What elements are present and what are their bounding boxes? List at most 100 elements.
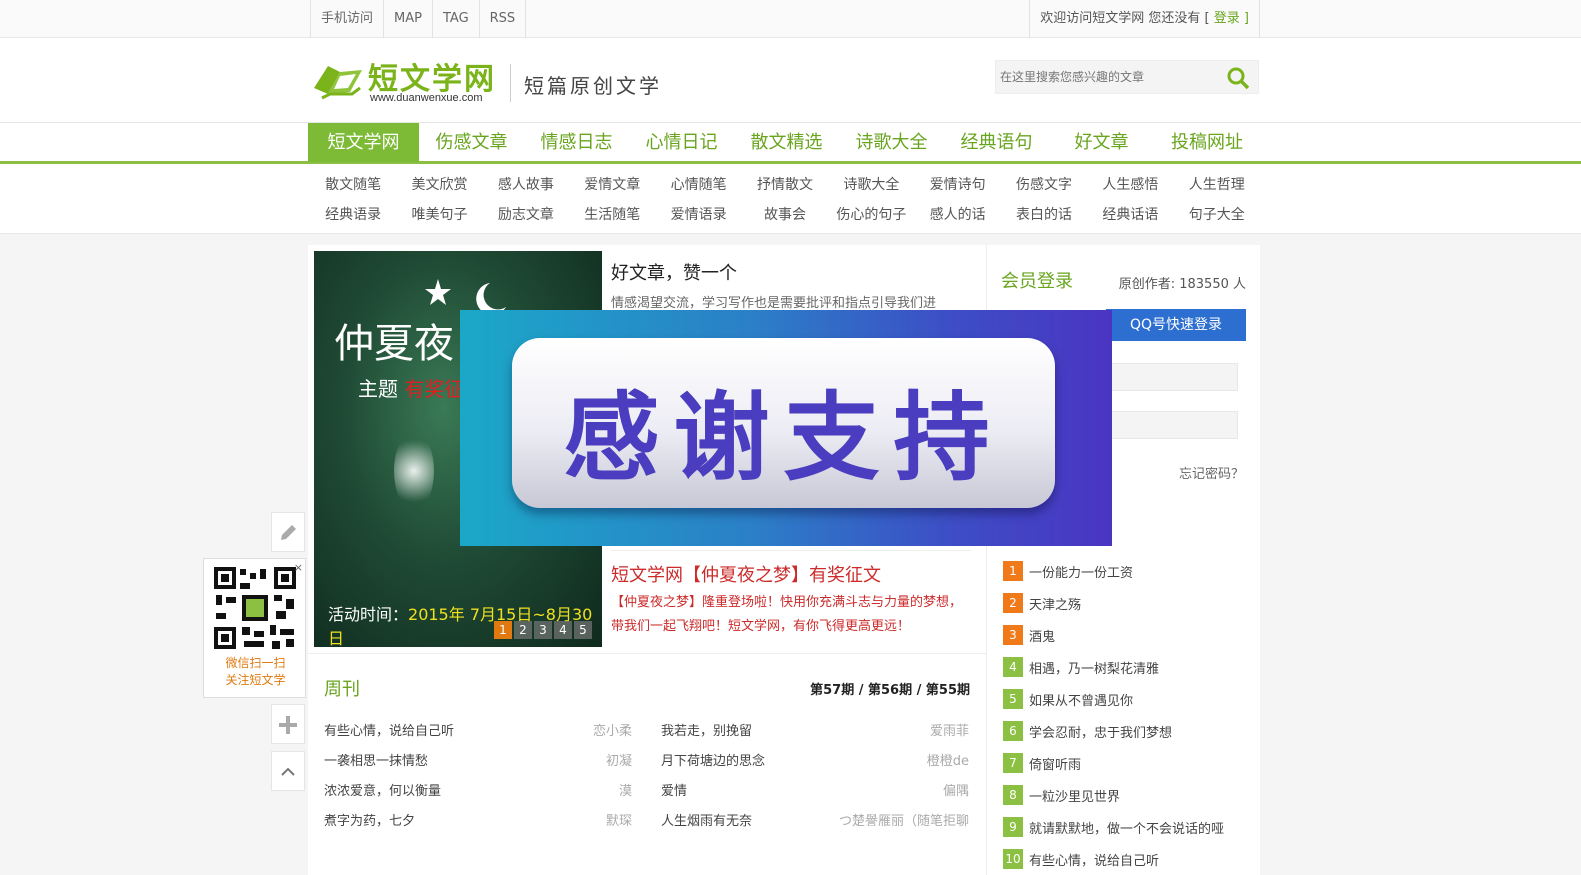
rank-title[interactable]: 一份能力一份工资: [1029, 562, 1133, 581]
username-field[interactable]: [1108, 363, 1238, 391]
subnav-link[interactable]: 人生哲理: [1174, 170, 1260, 200]
search-icon[interactable]: [1226, 66, 1250, 90]
qr-code-icon[interactable]: [214, 567, 296, 649]
subnav-link[interactable]: 散文随笔: [310, 170, 396, 200]
banner-page-1[interactable]: 1: [494, 621, 512, 639]
weekly-item[interactable]: 一袭相思一抹情愁 初凝: [324, 750, 632, 769]
subnav-link[interactable]: 故事会: [742, 200, 828, 230]
subnav-link[interactable]: 句子大全: [1174, 200, 1260, 230]
search-input[interactable]: [1000, 67, 1220, 87]
nav-item-sad[interactable]: 伤感文章: [419, 123, 524, 162]
welcome-text: 欢迎访问短文学网 您还没有 [ 登录 ]: [1029, 0, 1260, 38]
subnav-link[interactable]: 抒情散文: [742, 170, 828, 200]
nav-item-prose[interactable]: 散文精选: [734, 123, 839, 162]
ranking-item[interactable]: 7 倚窗听雨: [1003, 753, 1081, 773]
qr-close-icon[interactable]: ×: [294, 561, 303, 574]
weekly-item[interactable]: 浓浓爱意，何以衡量 漠: [324, 780, 632, 799]
banner-page-5[interactable]: 5: [574, 621, 592, 639]
top-link-tag[interactable]: TAG: [433, 0, 480, 38]
weekly-item[interactable]: 有些心情，说给自己听 恋小柔: [324, 720, 632, 739]
back-to-top-button[interactable]: [271, 751, 305, 791]
rank-title[interactable]: 倚窗听雨: [1029, 754, 1081, 773]
banner-title: 仲夏夜: [334, 321, 454, 367]
subnav-link[interactable]: 生活随笔: [569, 200, 655, 230]
subnav-link[interactable]: 经典语录: [310, 200, 396, 230]
rank-title[interactable]: 有些心情，说给自己听: [1029, 850, 1159, 869]
article-title[interactable]: 好文章，赞一个: [611, 259, 737, 285]
subnav-link[interactable]: 爱情诗句: [915, 170, 1001, 200]
weekly-item[interactable]: 煮字为药，七夕 默琛: [324, 810, 632, 829]
ranking-item[interactable]: 10 有些心情，说给自己听: [1003, 849, 1159, 869]
top-link-rss[interactable]: RSS: [480, 0, 527, 38]
weekly-item-title[interactable]: 我若走，别挽留: [661, 724, 752, 739]
weekly-item-title[interactable]: 浓浓爱意，何以衡量: [324, 784, 441, 799]
weekly-item-title[interactable]: 人生烟雨有无奈: [661, 814, 752, 829]
weekly-item-title[interactable]: 煮字为药，七夕: [324, 814, 415, 829]
weekly-item[interactable]: 月下荷塘边的思念 橙橙de: [661, 750, 969, 769]
subnav-link[interactable]: 表白的话: [1001, 200, 1087, 230]
thank-you-overlay[interactable]: 感谢支持: [460, 310, 1112, 546]
subnav-link[interactable]: 心情随笔: [655, 170, 741, 200]
subnav-link[interactable]: 经典话语: [1087, 200, 1173, 230]
ranking-item[interactable]: 3 酒鬼: [1003, 625, 1055, 645]
ranking-item[interactable]: 6 学会忍耐，忠于我们梦想: [1003, 721, 1172, 741]
banner-page-3[interactable]: 3: [534, 621, 552, 639]
rank-title[interactable]: 就请默默地，做一个不会说话的哑: [1029, 818, 1224, 837]
plus-icon: [279, 716, 297, 734]
add-tool-button[interactable]: [271, 704, 305, 744]
nav-item-good-articles[interactable]: 好文章: [1049, 123, 1154, 162]
subnav-link[interactable]: 爱情文章: [569, 170, 655, 200]
logo-divider: [510, 64, 511, 102]
banner-page-4[interactable]: 4: [554, 621, 572, 639]
qq-login-button[interactable]: QQ号快速登录: [1106, 309, 1246, 341]
rank-title[interactable]: 如果从不曾遇见你: [1029, 690, 1133, 709]
subnav-link[interactable]: 感人的话: [915, 200, 1001, 230]
rank-title[interactable]: 天津之殇: [1029, 594, 1081, 613]
qr-line-1: 微信扫一扫: [225, 656, 286, 670]
ranking-item[interactable]: 1 一份能力一份工资: [1003, 561, 1133, 581]
subnav-link[interactable]: 人生感悟: [1087, 170, 1173, 200]
weekly-item[interactable]: 我若走，别挽留 爱雨菲: [661, 720, 969, 739]
weekly-item[interactable]: 爱情 偏隅: [661, 780, 969, 799]
weekly-item-title[interactable]: 月下荷塘边的思念: [661, 754, 765, 769]
ranking-item[interactable]: 5 如果从不曾遇见你: [1003, 689, 1133, 709]
ranking-item[interactable]: 9 就请默默地，做一个不会说话的哑: [1003, 817, 1224, 837]
ranking-item[interactable]: 2 天津之殇: [1003, 593, 1081, 613]
subnav-link[interactable]: 感人故事: [483, 170, 569, 200]
subnav-row-2: 经典语录 唯美句子 励志文章 生活随笔 爱情语录 故事会 伤心的句子 感人的话 …: [310, 200, 1260, 230]
nav-item-quotes[interactable]: 经典语句: [944, 123, 1049, 162]
weekly-item-title[interactable]: 爱情: [661, 784, 687, 799]
subnav-link[interactable]: 诗歌大全: [828, 170, 914, 200]
nav-item-home[interactable]: 短文学网: [308, 123, 419, 162]
rank-title[interactable]: 学会忍耐，忠于我们梦想: [1029, 722, 1172, 741]
nav-item-emotion-log[interactable]: 情感日志: [524, 123, 629, 162]
subnav-link[interactable]: 美文欣赏: [396, 170, 482, 200]
rank-title[interactable]: 相遇，乃一树梨花清雅: [1029, 658, 1159, 677]
weekly-item-title[interactable]: 有些心情，说给自己听: [324, 724, 454, 739]
weekly-item-title[interactable]: 一袭相思一抹情愁: [324, 754, 428, 769]
edit-tool-button[interactable]: [271, 512, 305, 552]
subnav-link[interactable]: 唯美句子: [396, 200, 482, 230]
ranking-item[interactable]: 4 相遇，乃一树梨花清雅: [1003, 657, 1159, 677]
subnav-link[interactable]: 伤感文字: [1001, 170, 1087, 200]
weekly-item[interactable]: 人生烟雨有无奈 つ楚譽雁丽（随笔拒聊: [661, 810, 969, 829]
nav-item-poetry[interactable]: 诗歌大全: [839, 123, 944, 162]
top-link-mobile[interactable]: 手机访问: [310, 0, 385, 38]
weekly-issues[interactable]: 第57期 / 第56期 / 第55期: [810, 679, 970, 698]
banner-page-2[interactable]: 2: [514, 621, 532, 639]
book-logo-icon[interactable]: [310, 58, 366, 102]
subnav-link[interactable]: 励志文章: [483, 200, 569, 230]
nav-item-mood-diary[interactable]: 心情日记: [629, 123, 734, 162]
top-link-map[interactable]: MAP: [384, 0, 433, 38]
login-link[interactable]: 登录: [1214, 11, 1240, 26]
ranking-item[interactable]: 8 一粒沙里见世界: [1003, 785, 1120, 805]
contest-title[interactable]: 短文学网【仲夏夜之梦】有奖征文: [611, 561, 881, 587]
subnav-link[interactable]: 爱情语录: [655, 200, 741, 230]
forgot-password-link[interactable]: 忘记密码？: [1179, 463, 1244, 482]
author-count: 原创作者: 183550 人: [1118, 277, 1246, 292]
rank-title[interactable]: 酒鬼: [1029, 626, 1055, 645]
rank-title[interactable]: 一粒沙里见世界: [1029, 786, 1120, 805]
password-field[interactable]: [1108, 411, 1238, 439]
nav-item-submit[interactable]: 投稿网址: [1154, 123, 1260, 162]
subnav-link[interactable]: 伤心的句子: [828, 200, 914, 230]
